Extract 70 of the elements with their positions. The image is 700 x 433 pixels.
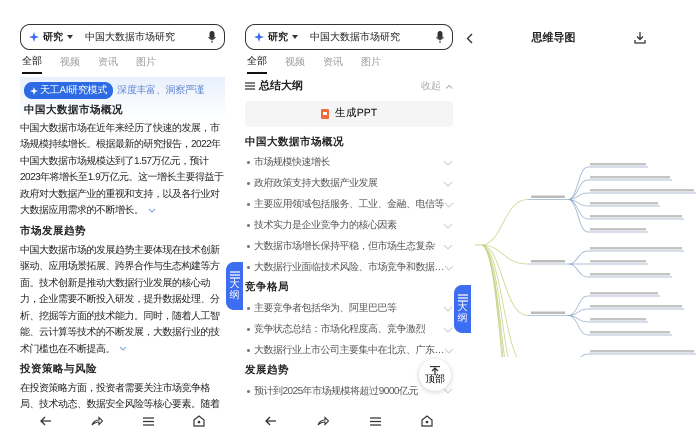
list-icon	[458, 294, 468, 302]
generate-ppt-button[interactable]: 生成PPT	[245, 100, 453, 126]
outline-item[interactable]: 主要应用领域包括服务、工业、金融、电信等	[254, 197, 444, 212]
bullet-icon	[247, 245, 250, 248]
search-field[interactable]: 研究 中国大数据市场研究	[245, 24, 453, 50]
search-field[interactable]: 研究 中国大数据市场研究	[20, 24, 225, 50]
outline-button[interactable]: 大纲	[226, 262, 243, 310]
mode-badge: 天工AI研究模式	[24, 82, 114, 99]
list-icon	[230, 271, 240, 279]
group-heading: 竞争格局	[245, 280, 289, 296]
search-text: 中国大数据市场研究	[85, 30, 176, 44]
document-icon	[320, 108, 329, 118]
download-icon[interactable]	[634, 32, 646, 44]
bullet-icon	[247, 266, 250, 270]
caret-icon[interactable]	[292, 35, 298, 39]
expand-icon[interactable]	[148, 208, 156, 214]
home-icon[interactable]	[420, 415, 433, 427]
paragraph: 在投资策略方面，投资者需要关注市场竞争格局、技术动态、数据安全风险等核心要素。随着	[20, 382, 220, 412]
home-icon[interactable]	[193, 415, 206, 427]
outline-item[interactable]: 预计到2025年市场规模将超过9000亿元	[254, 384, 418, 399]
outline-button[interactable]: 大纲	[454, 285, 471, 333]
bullet-icon	[247, 203, 250, 206]
search-text: 中国大数据市场研究	[310, 30, 401, 44]
share-icon[interactable]	[91, 416, 104, 426]
chevron-up-icon	[445, 84, 453, 89]
sparkle-icon	[29, 32, 39, 42]
sparkle-icon	[30, 86, 38, 94]
bullet-icon	[247, 182, 250, 186]
section-heading: 中国大数据市场概况	[24, 103, 123, 118]
page-title: 思维导图	[532, 30, 576, 46]
mode-note: 深度丰富、洞察严谨	[117, 84, 204, 98]
microphone-icon[interactable]	[208, 31, 216, 43]
expand-icon[interactable]	[119, 346, 127, 352]
bullet-icon	[247, 349, 250, 352]
outline-item[interactable]: 竞争状态总结：市场化程度高、竞争激烈	[254, 322, 425, 337]
back-arrow-icon[interactable]	[40, 416, 52, 426]
back-to-top-button[interactable]: 顶部	[419, 359, 451, 391]
outline-item[interactable]: 市场规模快速增长	[254, 155, 330, 170]
bullet-icon	[247, 161, 250, 164]
outline-item[interactable]: 政府政策支持大数据产业发展	[254, 176, 378, 192]
paragraph: 中国大数据市场的发展趋势主要体现在技术创新驱动、应用场景拓展、跨界合作与生态构建等方面。技术创新是推动大数据行业发展的核心动力，企业需要不断投入研发，提升数据处理、分析、挖掘等方面的技术能力。同时，随着人工智能、云计算等技术的不断发展，大数据行业的技术门槛也在不断提高。	[20, 244, 220, 356]
tab[interactable]: 全部	[22, 54, 42, 74]
section-heading: 市场发展趋势	[20, 224, 86, 239]
menu-icon[interactable]	[142, 416, 154, 426]
microphone-icon[interactable]	[436, 31, 444, 43]
outline-item[interactable]: 大数据市场增长保持平稳，但市场生态复杂	[254, 239, 434, 254]
bullet-icon	[247, 328, 250, 331]
paragraph: 中国大数据市场在近年来经历了快速的发展，市场规模持续增长。根据最新的研究报告，2022年中国大数据市场规模达到了1.57万亿元，预计2023年将增长至1.9万亿元。这一增长主要得益于政府对大数据产业的重视和支持，以及各行业对大数据应用需求的不断增长。	[20, 122, 225, 218]
caret-icon[interactable]	[67, 35, 73, 39]
share-icon[interactable]	[317, 416, 330, 426]
outline-item[interactable]: 大数据行业上市公司主要集中在北京、广东…	[254, 343, 444, 358]
outline-item[interactable]: 主要竞争者包括华为、阿里巴巴等	[254, 301, 396, 316]
group-heading: 中国大数据市场概况	[245, 134, 344, 150]
bullet-icon	[247, 224, 250, 228]
section-heading: 投资策略与风险	[20, 362, 97, 377]
sparkle-icon	[254, 32, 264, 42]
bullet-icon	[247, 390, 250, 393]
back-arrow-icon[interactable]	[265, 416, 278, 426]
back-chevron-icon[interactable]	[466, 32, 473, 44]
mode-label[interactable]: 研究	[43, 30, 63, 44]
group-heading: 发展趋势	[245, 363, 289, 378]
list-icon	[245, 82, 255, 90]
tab[interactable]: 全部	[247, 54, 267, 74]
arrow-up-icon	[430, 366, 440, 374]
outline-item[interactable]: 大数据行业面临技术风险、市场竞争和数据…	[254, 260, 444, 276]
outline-item[interactable]: 技术实力是企业竞争力的核心因素	[254, 218, 396, 234]
mode-label[interactable]: 研究	[268, 30, 288, 44]
outline-title: 总结大纲	[259, 78, 303, 94]
bullet-icon	[247, 307, 250, 310]
menu-icon[interactable]	[370, 416, 381, 426]
